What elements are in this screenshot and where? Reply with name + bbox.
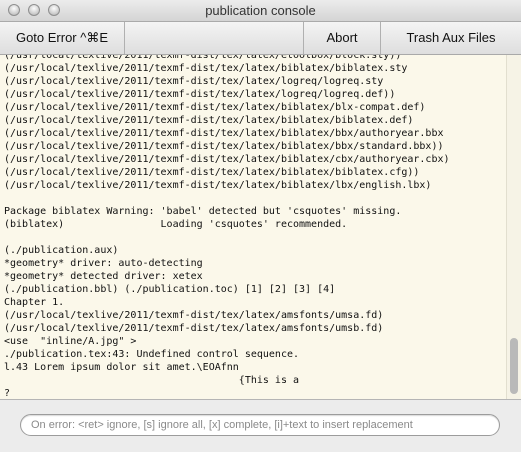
console-line: (/usr/local/texlive/2011/texmf-dist/tex/…	[4, 180, 432, 191]
console-line: ?	[4, 388, 11, 399]
console-line: (/usr/local/texlive/2011/texmf-dist/tex/…	[4, 115, 414, 126]
console-line: (/usr/local/texlive/2011/texmf-dist/tex/…	[4, 128, 444, 139]
console-line: (/usr/local/texlive/2011/texmf-dist/tex/…	[4, 76, 384, 87]
console-window: publication console Goto Error ^⌘E Abort…	[0, 0, 521, 452]
console-line: Package biblatex Warning: 'babel' detect…	[4, 206, 402, 217]
console-line: ./publication.tex:43: Undefined control …	[4, 349, 300, 360]
console-output[interactable]: (/usr/local/texlive/2011/texmf-dist/tex/…	[0, 55, 521, 400]
console-line: l.43 Lorem ipsum dolor sit amet.\EOAfnn	[4, 362, 239, 373]
console-line: (/usr/local/texlive/2011/texmf-dist/tex/…	[4, 167, 420, 178]
console-line: (./publication.bbl) (./publication.toc) …	[4, 284, 336, 295]
input-bar	[0, 400, 521, 452]
console-line: (/usr/local/texlive/2011/texmf-dist/tex/…	[4, 323, 384, 334]
console-line: *geometry* detected driver: xetex	[4, 271, 203, 282]
console-line: (/usr/local/texlive/2011/texmf-dist/tex/…	[4, 141, 444, 152]
error-response-input[interactable]	[20, 414, 500, 436]
goto-error-button[interactable]: Goto Error ^⌘E	[0, 22, 124, 54]
console-line: (/usr/local/texlive/2011/texmf-dist/tex/…	[4, 89, 396, 100]
trash-aux-files-button[interactable]: Trash Aux Files	[381, 22, 521, 54]
console-line: *geometry* driver: auto-detecting	[4, 258, 203, 269]
scrollbar-thumb[interactable]	[510, 338, 518, 394]
console-line: (/usr/local/texlive/2011/texmf-dist/tex/…	[4, 154, 450, 165]
toolbar: Goto Error ^⌘E Abort Trash Aux Files	[0, 22, 521, 55]
console-line: (/usr/local/texlive/2011/texmf-dist/tex/…	[4, 310, 384, 321]
console-line: Chapter 1.	[4, 297, 65, 308]
console-line: (/usr/local/texlive/2011/texmf-dist/tex/…	[4, 55, 402, 61]
window-title: publication console	[205, 3, 316, 18]
console-line: (./publication.aux)	[4, 245, 119, 256]
console-line: (biblatex) Loading 'csquotes' recommende…	[4, 219, 348, 230]
vertical-scrollbar[interactable]	[506, 55, 521, 399]
console-line: (/usr/local/texlive/2011/texmf-dist/tex/…	[4, 63, 408, 74]
abort-button[interactable]: Abort	[304, 22, 380, 54]
console-line: {This is a	[4, 375, 300, 386]
console-text: (/usr/local/texlive/2011/texmf-dist/tex/…	[0, 55, 509, 399]
console-line: <use "inline/A.jpg" >	[4, 336, 137, 347]
title-bar: publication console	[0, 0, 521, 22]
toolbar-divider	[124, 22, 125, 54]
console-line: (/usr/local/texlive/2011/texmf-dist/tex/…	[4, 102, 426, 113]
